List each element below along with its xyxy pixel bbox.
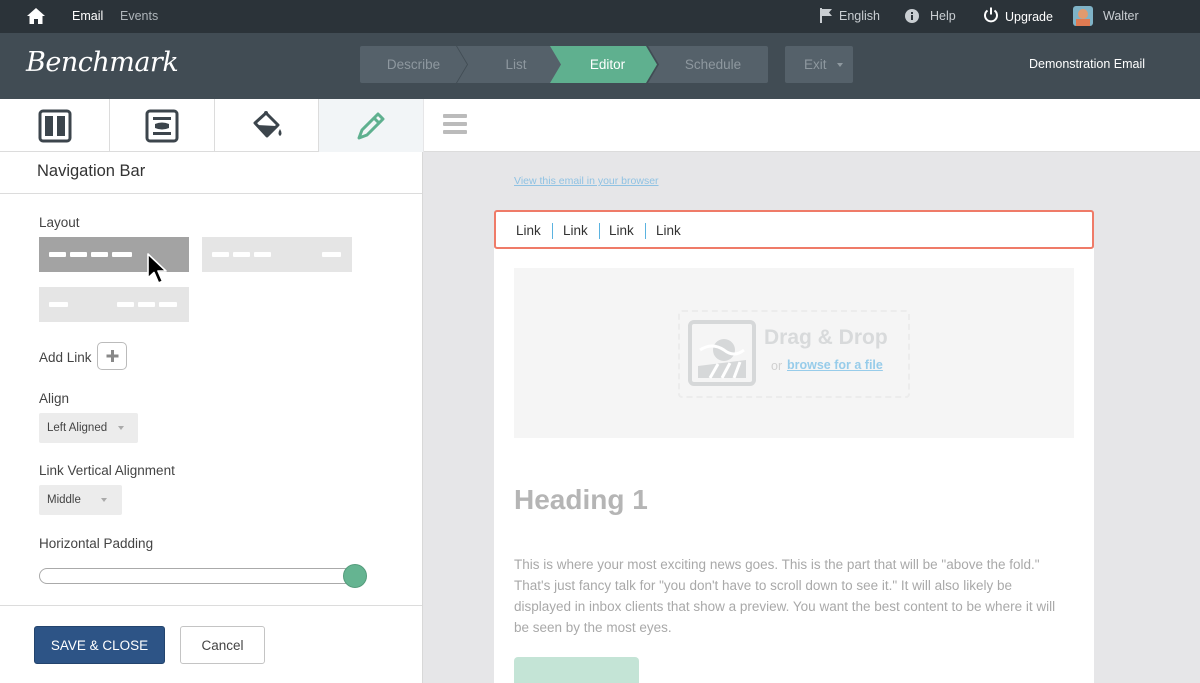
nav-email[interactable]: Email — [72, 9, 103, 23]
home-icon[interactable] — [26, 7, 46, 25]
nav-separator — [552, 223, 553, 239]
layout-option-split[interactable] — [202, 237, 352, 272]
canvas-toolbar — [424, 99, 1200, 152]
email-heading[interactable]: Heading 1 — [514, 484, 648, 516]
image-placeholder-icon — [688, 320, 756, 386]
horizontal-padding-label: Horizontal Padding — [39, 536, 154, 551]
email-name: Demonstration Email — [1028, 57, 1145, 71]
save-close-button[interactable]: SAVE & CLOSE — [34, 626, 165, 664]
tool-tabs — [0, 99, 423, 152]
chevron-down-icon — [837, 63, 843, 67]
chevron-down-icon — [118, 426, 124, 430]
add-link-button[interactable] — [97, 342, 127, 370]
browse-file-link[interactable]: browse for a file — [787, 358, 883, 372]
nav-link-1[interactable]: Link — [516, 223, 541, 238]
align-select-value: Left Aligned — [47, 422, 108, 434]
nav-separator — [599, 223, 600, 239]
divider — [0, 193, 422, 194]
email-button-block[interactable] — [514, 657, 639, 683]
benchmark-logo[interactable]: Benchmark — [26, 47, 179, 78]
layout-label: Layout — [39, 215, 80, 230]
menu-icon[interactable] — [443, 114, 467, 136]
nav-link-2[interactable]: Link — [563, 223, 588, 238]
tab-content[interactable] — [110, 99, 215, 152]
nav-events[interactable]: Events — [120, 9, 158, 23]
email-paragraph[interactable]: This is where your most exciting news go… — [514, 554, 1064, 638]
chevron-down-icon — [101, 498, 107, 502]
paint-bucket-icon — [253, 110, 281, 137]
horizontal-padding-slider[interactable] — [39, 568, 355, 584]
flag-icon — [820, 8, 832, 23]
avatar[interactable] — [1073, 6, 1093, 26]
nav-separator — [645, 223, 646, 239]
user-name[interactable]: Walter — [1103, 9, 1139, 23]
plus-icon — [106, 350, 119, 362]
slider-handle[interactable] — [343, 564, 367, 588]
vertical-alignment-value: Middle — [47, 494, 81, 506]
pencil-icon — [357, 112, 385, 139]
step-schedule[interactable]: Schedule — [648, 46, 768, 83]
drag-drop-or: or — [771, 359, 783, 373]
language-selector[interactable]: English — [839, 9, 880, 23]
properties-panel: Navigation Bar Layout Add Link Align Lef… — [0, 99, 423, 683]
vertical-alignment-label: Link Vertical Alignment — [39, 463, 175, 478]
tab-layout[interactable] — [0, 99, 110, 152]
info-icon — [905, 9, 919, 23]
mouse-cursor-icon — [147, 253, 167, 284]
step-editor[interactable]: Editor — [550, 46, 657, 83]
help-link[interactable]: Help — [930, 9, 956, 23]
app-header: Benchmark Describe List Editor Schedule … — [0, 33, 1200, 99]
layout-columns-icon — [38, 109, 71, 142]
cancel-button[interactable]: Cancel — [180, 626, 265, 664]
step-list[interactable]: List — [457, 46, 567, 83]
panel-title: Navigation Bar — [37, 162, 146, 180]
layout-option-right[interactable] — [39, 287, 189, 322]
nav-link-4[interactable]: Link — [656, 223, 681, 238]
add-link-label: Add Link — [39, 350, 92, 365]
top-bar: Email Events English Help Upgrade Walter — [0, 0, 1200, 33]
navigation-bar-block[interactable]: Link Link Link Link — [494, 210, 1094, 249]
nav-link-3[interactable]: Link — [609, 223, 634, 238]
upgrade-link[interactable]: Upgrade — [1005, 10, 1053, 24]
divider — [0, 605, 422, 606]
power-icon — [984, 7, 998, 23]
step-describe[interactable]: Describe — [360, 46, 467, 83]
drag-drop-title: Drag & Drop — [764, 326, 888, 349]
content-block-icon — [145, 109, 179, 142]
tab-style[interactable] — [215, 99, 319, 152]
exit-button[interactable]: Exit — [785, 46, 853, 83]
tab-edit[interactable] — [319, 99, 423, 152]
align-label: Align — [39, 391, 70, 406]
view-in-browser-link[interactable]: View this email in your browser — [514, 175, 659, 187]
align-select[interactable]: Left Aligned — [39, 413, 138, 443]
vertical-alignment-select[interactable]: Middle — [39, 485, 122, 515]
exit-label: Exit — [804, 57, 827, 72]
